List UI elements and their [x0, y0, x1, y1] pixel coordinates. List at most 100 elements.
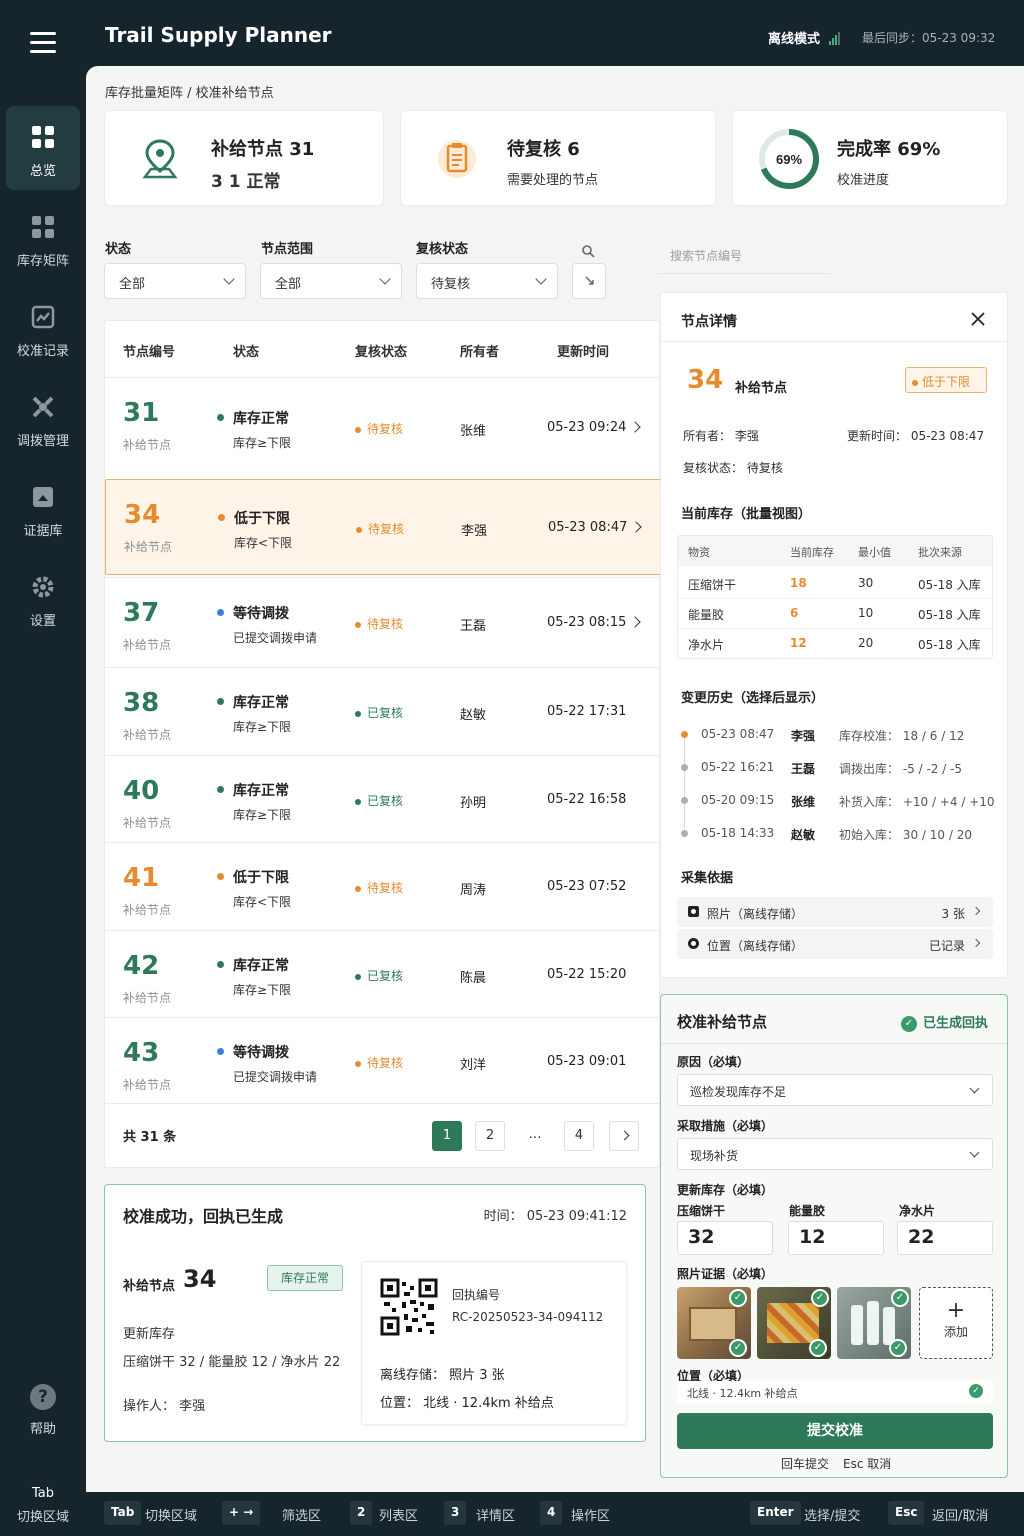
row-owner: 王磊 [460, 619, 487, 634]
help-label: 帮助 [29, 1422, 56, 1437]
sidebar-item-evidence[interactable]: 证据库 [6, 466, 80, 550]
chevron-right-icon[interactable] [629, 421, 641, 433]
total-count: 共 31 条 [123, 1130, 177, 1145]
table-row[interactable]: 41 补给节点 低于下限 库存<下限 待复核 周涛 05-23 07:52 [105, 842, 661, 930]
tab-hint-label: 切换区域 [16, 1510, 69, 1525]
row-node-id: 42 [123, 951, 160, 981]
add-photo-label: 添加 [943, 1325, 968, 1339]
row-node-id: 40 [123, 776, 160, 806]
signal-icon [829, 30, 841, 45]
shortcut-key: Tab [104, 1501, 142, 1525]
stock-input-biscuit[interactable]: 32 [677, 1221, 773, 1255]
row-review-status: 待复核 [355, 879, 403, 896]
check-circle-icon: ✓ [969, 1384, 983, 1398]
detail-review: 复核状态： 待复核 [683, 461, 783, 475]
filter-status-select[interactable]: 全部 [104, 263, 246, 299]
check-icon: ✓ [729, 1339, 747, 1357]
table-row[interactable]: 34 补给节点 低于下限 库存<下限 待复核 李强 05-23 08:47 [105, 479, 661, 575]
help-button[interactable]: ? 帮助 [0, 1384, 86, 1437]
inv-item: 净水片 [688, 638, 725, 652]
table-row[interactable]: 43 补给节点 等待调拨 已提交调拨申请 待复核 刘洋 05-23 09:01 [105, 1017, 661, 1105]
evidence-photo-row[interactable]: 照片（离线存储） 3 张 [677, 897, 993, 927]
evidence-value: 已记录 [928, 939, 965, 953]
row-status: 库存正常 [233, 411, 289, 427]
page-button[interactable]: 4 [564, 1121, 594, 1151]
reason-select[interactable]: 巡检发现库存不足 [677, 1074, 993, 1106]
receipt-time: 时间： 05-23 09:41:12 [483, 1209, 627, 1224]
add-photo-button[interactable]: + 添加 [919, 1287, 993, 1359]
sort-button[interactable] [572, 263, 606, 299]
chevron-right-icon[interactable] [629, 616, 641, 628]
shortcut-key: Enter [750, 1501, 801, 1525]
row-node-id: 38 [123, 688, 160, 718]
row-review-status: 已复核 [355, 704, 403, 721]
page-button[interactable]: 2 [475, 1121, 505, 1151]
table-row[interactable]: 37 补给节点 等待调拨 已提交调拨申请 待复核 王磊 05-23 08:15 [105, 577, 661, 667]
evidence-location-row[interactable]: 位置（离线存储） 已记录 [677, 929, 993, 959]
location-field[interactable]: 北线 · 12.4km 补给点 ✓ [677, 1381, 993, 1403]
transfer-icon [32, 396, 54, 418]
sidebar-item-settings[interactable]: 设置 [6, 556, 80, 640]
row-owner: 陈晨 [460, 971, 487, 986]
sidebar-item-label: 设置 [29, 614, 56, 629]
row-time: 05-22 17:31 [547, 704, 627, 719]
chevron-down-icon [223, 273, 235, 285]
receipt-location: 位置： 北线 · 12.4km 补给点 [380, 1396, 554, 1411]
sidebar-item-calibration[interactable]: 校准记录 [6, 286, 80, 370]
sidebar-item-overview[interactable]: 总览 [6, 106, 80, 190]
table-row[interactable]: 40 补给节点 库存正常 库存≥下限 已复核 孙明 05-22 16:58 [105, 755, 661, 842]
receipt-update-value: 压缩饼干 32 / 能量胶 12 / 净水片 22 [123, 1355, 341, 1370]
close-icon[interactable] [971, 312, 985, 326]
inv-item: 能量胶 [688, 608, 725, 622]
photo-label: 照片证据（必填） [677, 1267, 774, 1281]
receipt-node-id: 34 [183, 1265, 217, 1293]
row-owner: 张维 [460, 424, 487, 439]
row-node-id: 37 [123, 598, 160, 628]
row-time: 05-23 07:52 [547, 879, 627, 894]
menu-icon[interactable] [30, 32, 56, 58]
row-status: 等待调拨 [233, 1045, 289, 1061]
stock-input-tablets[interactable]: 22 [897, 1221, 993, 1255]
qr-code-icon[interactable] [380, 1278, 438, 1336]
action-select[interactable]: 现场补货 [677, 1138, 993, 1170]
history-line [684, 733, 685, 829]
inv-current: 12 [790, 636, 807, 650]
history-time: 05-20 09:15 [701, 793, 775, 807]
history-item[interactable]: 05-22 16:21 王磊 调拨出库： -5 / -2 / -5 [681, 760, 1001, 780]
inv-current: 18 [790, 576, 807, 590]
row-review-text: 待复核 [367, 881, 404, 895]
table-row[interactable]: 42 补给节点 库存正常 库存≥下限 已复核 陈晨 05-22 15:20 [105, 930, 661, 1017]
search-input[interactable]: 搜索节点编号 [658, 238, 830, 274]
history-item[interactable]: 05-18 14:33 赵敏 初始入库： 30 / 10 / 20 [681, 826, 1001, 846]
submit-button[interactable]: 提交校准 [677, 1413, 993, 1449]
chevron-down-icon [969, 1147, 980, 1158]
filter-review-select[interactable]: 待复核 [416, 263, 558, 299]
next-page-button[interactable] [609, 1121, 639, 1151]
timeline-dot [681, 797, 688, 804]
row-status: 库存正常 [233, 695, 289, 711]
chevron-right-icon[interactable] [630, 521, 642, 533]
kpi-card-pending: 待复核 6 需要处理的节点 [400, 110, 716, 206]
status-dot [355, 798, 361, 805]
row-owner: 刘洋 [460, 1058, 487, 1073]
history-what: 调拨出库： -5 / -2 / -5 [839, 762, 963, 776]
history-item[interactable]: 05-20 09:15 张维 补货入库： +10 / +4 / +10 [681, 793, 1001, 813]
chevron-down-icon [535, 273, 547, 285]
stock-input-gel[interactable]: 12 [788, 1221, 884, 1255]
sidebar-item-label: 总览 [29, 164, 56, 179]
row-node-id: 34 [124, 500, 161, 530]
check-circle-icon: ✓ [901, 1015, 917, 1032]
check-icon: ✓ [891, 1289, 909, 1307]
sidebar-item-label: 校准记录 [16, 344, 69, 359]
table-row[interactable]: 38 补给节点 库存正常 库存≥下限 已复核 赵敏 05-22 17:31 [105, 667, 661, 755]
history-item[interactable]: 05-23 08:47 李强 库存校准： 18 / 6 / 12 [681, 727, 1001, 747]
sidebar-item-matrix[interactable]: 库存矩阵 [6, 196, 80, 280]
search-icon[interactable] [581, 244, 595, 258]
row-time: 05-23 09:01 [547, 1054, 627, 1069]
filter-review-value: 待复核 [431, 277, 471, 292]
page-button[interactable]: 1 [432, 1121, 462, 1151]
table-row[interactable]: 31 补给节点 库存正常 库存≥下限 待复核 张维 05-23 09:24 [105, 377, 661, 477]
sidebar-item-transfer[interactable]: 调拨管理 [6, 376, 80, 460]
shortcut-label: 选择/提交 [804, 1509, 861, 1524]
filter-range-select[interactable]: 全部 [260, 263, 402, 299]
